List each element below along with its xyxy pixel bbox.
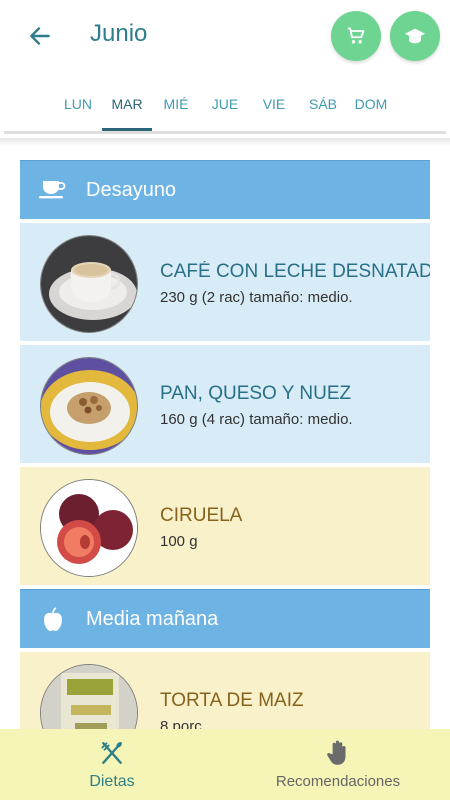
list-item[interactable]: CIRUELA 100 g <box>20 467 430 585</box>
nav-label: Recomendaciones <box>275 773 401 790</box>
day-tabs: LUN MAR MIÉ JUE VIE SÁB DOM <box>0 88 450 132</box>
cup-icon <box>39 181 66 199</box>
back-arrow-icon <box>30 27 50 45</box>
list-item[interactable]: PAN, QUESO Y NUEZ 160 g (4 rac) tamaño: … <box>20 345 430 463</box>
cart-icon <box>347 27 365 44</box>
tab-jue[interactable]: JUE <box>200 96 250 112</box>
nav-dietas[interactable]: Dietas <box>62 729 162 800</box>
item-detail: 100 g <box>160 533 198 550</box>
tab-mar[interactable]: MAR <box>102 96 152 112</box>
list-item[interactable]: CAFÉ CON LECHE DESNATADA 230 g (2 rac) t… <box>20 223 430 341</box>
app-header: Junio <box>0 0 450 72</box>
item-name: CIRUELA <box>160 505 243 526</box>
shopping-cart-button[interactable] <box>331 11 381 61</box>
tab-lun[interactable]: LUN <box>53 96 103 112</box>
tab-sab[interactable]: SÁB <box>298 96 348 112</box>
graduation-cap-icon <box>404 28 426 44</box>
item-name: CAFÉ CON LECHE DESNATADA <box>160 261 430 282</box>
section-header-media-manana[interactable]: Media mañana <box>20 589 430 648</box>
coffee-photo <box>40 235 138 333</box>
plum-photo <box>40 479 138 577</box>
nav-recomendaciones[interactable]: Recomendaciones <box>260 729 416 800</box>
apple-icon <box>44 607 62 631</box>
fork-knife-icon <box>101 742 122 764</box>
nav-label: Dietas <box>89 773 135 790</box>
hand-icon <box>327 740 346 765</box>
page-title: Junio <box>90 20 148 47</box>
back-button[interactable] <box>22 18 58 54</box>
bread-photo <box>40 357 138 455</box>
item-name: TORTA DE MAIZ <box>160 690 304 711</box>
tabs-divider <box>4 131 446 134</box>
item-detail: 160 g (4 rac) tamaño: medio. <box>160 411 353 428</box>
tab-dom[interactable]: DOM <box>346 96 396 112</box>
section-label: Media mañana <box>86 607 219 630</box>
tab-vie[interactable]: VIE <box>249 96 299 112</box>
meal-list[interactable]: Desayuno CAFÉ CON LECHE DESNATADA 230 g … <box>20 160 430 770</box>
section-header-desayuno[interactable]: Desayuno <box>20 160 430 219</box>
tabs-shadow <box>0 138 450 146</box>
section-label: Desayuno <box>86 178 177 201</box>
bottom-navigation: Dietas Recomendaciones <box>0 729 450 800</box>
item-name: PAN, QUESO Y NUEZ <box>160 383 352 404</box>
tab-mie[interactable]: MIÉ <box>151 96 201 112</box>
education-button[interactable] <box>390 11 440 61</box>
item-detail: 230 g (2 rac) tamaño: medio. <box>160 289 353 306</box>
